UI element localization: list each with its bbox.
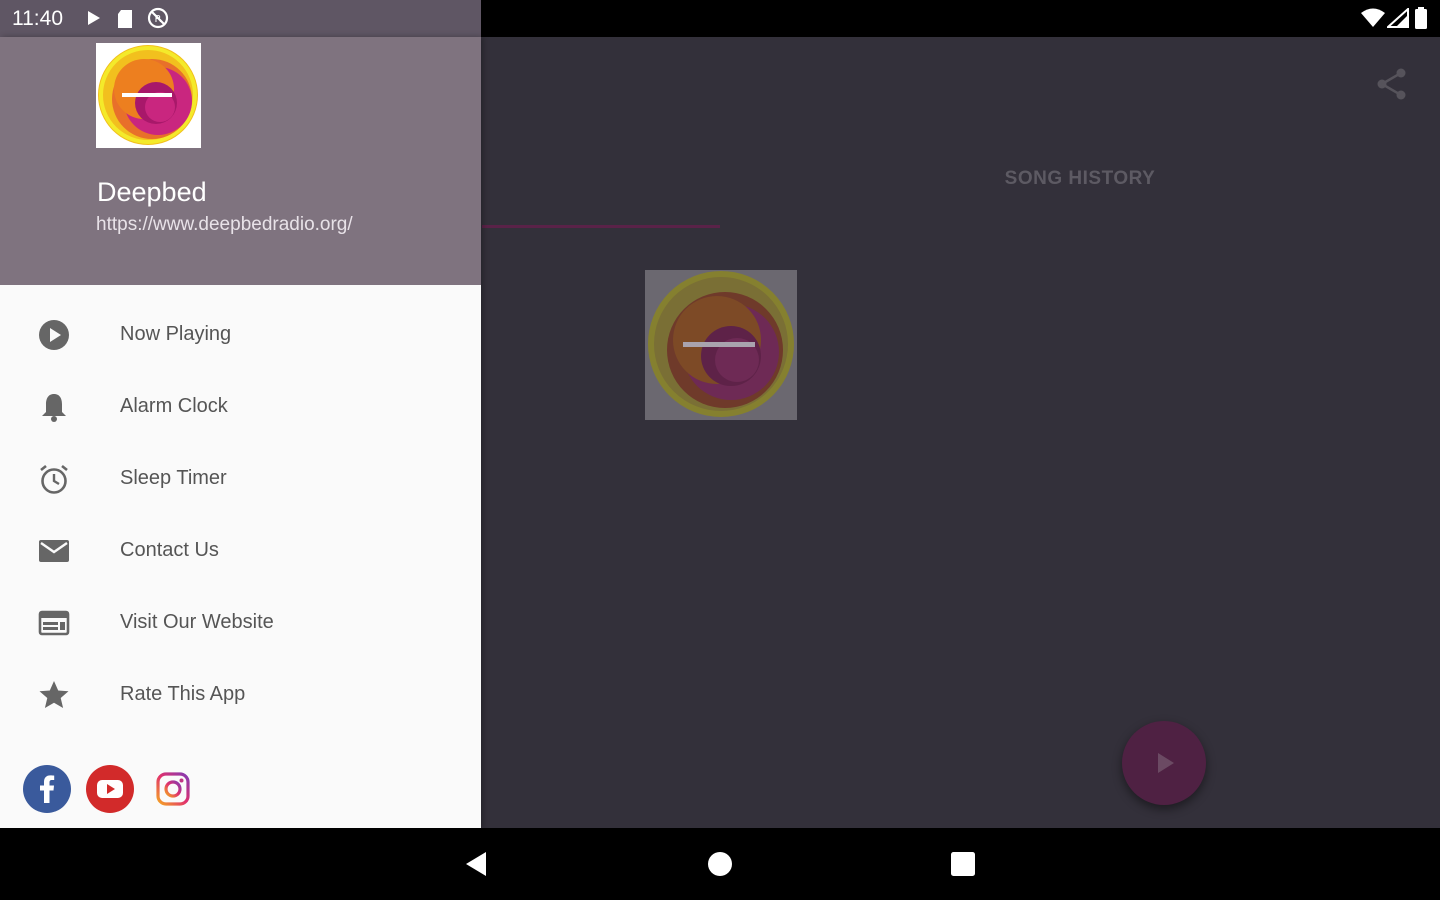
home-icon xyxy=(708,852,732,876)
youtube-button[interactable] xyxy=(86,765,134,813)
menu-item-sleep-timer[interactable]: Sleep Timer xyxy=(0,443,481,515)
deepbed-logo xyxy=(96,43,201,148)
album-art xyxy=(645,270,797,420)
system-nav-bar xyxy=(0,828,1440,900)
menu-item-label: Contact Us xyxy=(120,539,219,561)
status-bar: 11:40 R xyxy=(0,0,1440,37)
mail-icon xyxy=(39,540,69,562)
cell-signal-icon xyxy=(1387,8,1409,28)
instagram-button[interactable] xyxy=(149,765,197,813)
menu-item-label: Now Playing xyxy=(120,323,232,345)
tab-song-history[interactable]: SONG HISTORY xyxy=(960,168,1200,196)
drawer-subtitle[interactable]: https://www.deepbedradio.org/ xyxy=(96,213,396,237)
sd-card-icon xyxy=(118,10,132,28)
drawer-menu: Now Playing Alarm Clock Sleep Timer Cont… xyxy=(0,299,481,731)
facebook-icon xyxy=(23,765,71,813)
menu-item-visit-website[interactable]: Visit Our Website xyxy=(0,587,481,659)
web-icon xyxy=(38,610,70,636)
deepbed-logo xyxy=(645,270,797,420)
star-icon xyxy=(39,681,69,708)
back-icon xyxy=(466,852,486,876)
youtube-icon xyxy=(86,765,134,813)
back-button[interactable] xyxy=(458,846,494,882)
svg-text:R: R xyxy=(155,14,162,25)
recents-button[interactable] xyxy=(945,846,981,882)
facebook-button[interactable] xyxy=(23,765,71,813)
status-time: 11:40 xyxy=(12,7,63,30)
instagram-icon xyxy=(156,772,190,806)
battery-icon xyxy=(1415,7,1427,29)
share-icon xyxy=(1377,68,1406,100)
bell-icon xyxy=(42,394,66,422)
menu-item-label: Visit Our Website xyxy=(120,611,274,633)
menu-item-label: Sleep Timer xyxy=(120,467,227,489)
play-circle-icon xyxy=(39,320,69,350)
play-icon xyxy=(1158,753,1174,773)
home-button[interactable] xyxy=(702,846,738,882)
menu-item-rate-app[interactable]: Rate This App xyxy=(0,659,481,731)
recents-icon xyxy=(951,852,975,876)
menu-item-now-playing[interactable]: Now Playing xyxy=(0,299,481,371)
drawer-logo xyxy=(96,43,201,148)
sync-disabled-icon: R xyxy=(147,7,169,29)
wifi-icon xyxy=(1361,8,1385,27)
play-icon xyxy=(88,11,100,25)
status-bar-drawer-part xyxy=(0,0,481,37)
menu-item-contact-us[interactable]: Contact Us xyxy=(0,515,481,587)
navigation-drawer: Deepbed https://www.deepbedradio.org/ No… xyxy=(0,37,481,828)
social-links xyxy=(0,765,481,815)
share-button[interactable] xyxy=(1372,64,1412,104)
tab-indicator xyxy=(482,225,720,228)
menu-item-alarm-clock[interactable]: Alarm Clock xyxy=(0,371,481,443)
alarm-clock-icon xyxy=(40,464,68,494)
drawer-header: Deepbed https://www.deepbedradio.org/ xyxy=(0,37,481,285)
menu-item-label: Rate This App xyxy=(120,683,246,705)
drawer-title: Deepbed xyxy=(97,177,207,207)
play-fab[interactable] xyxy=(1122,721,1206,805)
app-screen: SONG HISTORY 11:40 R Deepbed https://www… xyxy=(0,0,1440,900)
menu-item-label: Alarm Clock xyxy=(120,395,228,417)
